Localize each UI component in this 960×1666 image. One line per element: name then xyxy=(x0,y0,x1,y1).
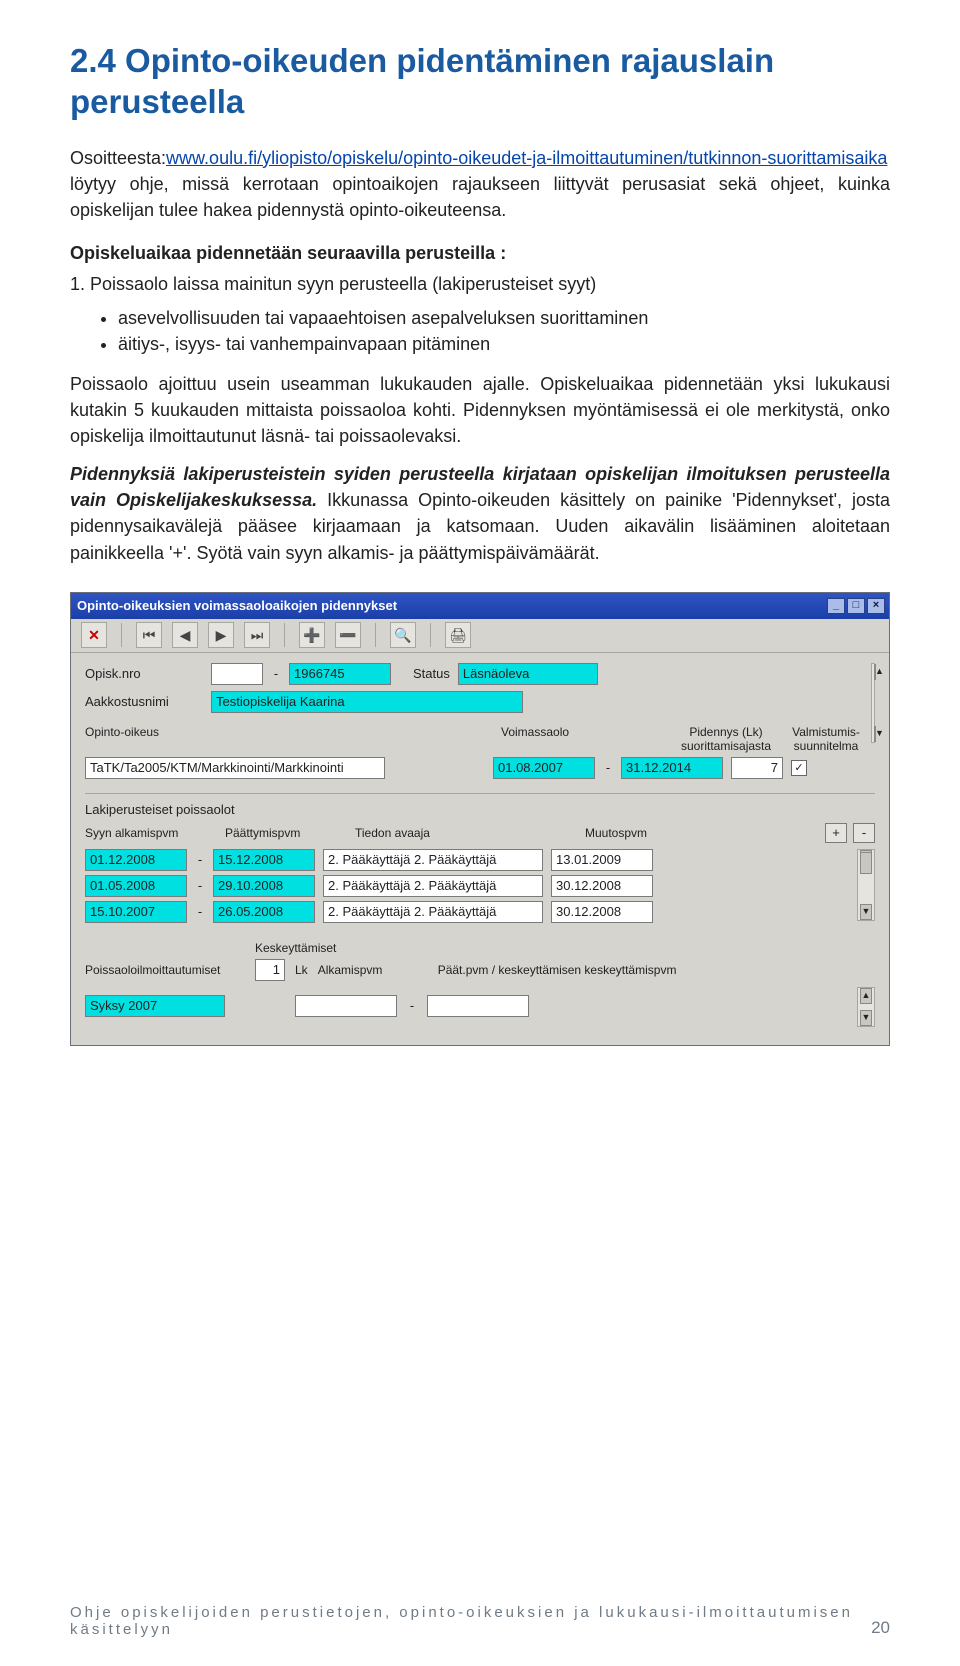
cell-muutos[interactable]: 30.12.2008 xyxy=(551,875,653,897)
cell-syyn[interactable]: 01.05.2008 xyxy=(85,875,187,897)
app-title: Opinto-oikeuksien voimassaoloaikojen pid… xyxy=(77,598,397,613)
footer-text: Ohje opiskelijoiden perustietojen, opint… xyxy=(70,1604,871,1638)
next-icon[interactable]: ▶ xyxy=(208,622,234,648)
hdr-voimassaolo: Voimassaolo xyxy=(501,725,671,753)
cell-tiedon[interactable]: 2. Pääkäyttäjä 2. Pääkäyttäjä xyxy=(323,875,543,897)
numbered-line: 1. Poissaolo laissa mainitun syyn perust… xyxy=(70,274,890,295)
lk-label: Lk xyxy=(295,963,308,977)
cell-tiedon[interactable]: 2. Pääkäyttäjä 2. Pääkäyttäjä xyxy=(323,901,543,923)
hdr-opintooikeus: Opinto-oikeus xyxy=(85,725,385,753)
label-aakkostus: Aakkostusnimi xyxy=(85,694,203,709)
close-button[interactable]: × xyxy=(867,598,885,614)
col-tiedon: Tiedon avaaja xyxy=(355,826,575,840)
hdr-pidennys: Pidennys (Lk) suorittamisajasta xyxy=(681,725,771,753)
table-row: 01.05.2008- 29.10.2008 2. Pääkäyttäjä 2.… xyxy=(85,875,857,897)
opinto-oikeus-value[interactable]: TaTK/Ta2005/KTM/Markkinointi/Markkinoint… xyxy=(85,757,385,779)
paragraph: Pidennyksiä lakiperusteistein syiden per… xyxy=(70,461,890,565)
add-row-button[interactable]: + xyxy=(825,823,847,843)
cell-muutos[interactable]: 30.12.2008 xyxy=(551,901,653,923)
pidennys-value[interactable]: 7 xyxy=(731,757,783,779)
cell-paatt[interactable]: 29.10.2008 xyxy=(213,875,315,897)
label-opisknro: Opisk.nro xyxy=(85,666,203,681)
titlebar: Opinto-oikeuksien voimassaoloaikojen pid… xyxy=(71,593,889,619)
scrollbar[interactable]: ▲ ▼ xyxy=(857,987,875,1027)
poissa-label: Poissaoloilmoittautumiset xyxy=(85,963,245,977)
toolbar: ✕ ⏮ ◀ ▶ ⏭ ➕ ➖ 🔍 🖨 xyxy=(71,619,889,653)
col-syyn: Syyn alkamispvm xyxy=(85,826,215,840)
voimassa-to[interactable]: 31.12.2014 xyxy=(621,757,723,779)
last-icon[interactable]: ⏭ xyxy=(244,622,270,648)
bullet-item: asevelvollisuuden tai vapaaehtoisen asep… xyxy=(118,305,890,331)
paat-field[interactable] xyxy=(427,995,529,1017)
page-footer: Ohje opiskelijoiden perustietojen, opint… xyxy=(70,1604,890,1638)
laki-heading: Lakiperusteiset poissaolot xyxy=(85,802,875,817)
paatpvm-label: Päät.pvm / keskeyttämisen keskeyttämispv… xyxy=(438,963,875,977)
scrollbar[interactable]: ▲ ▼ xyxy=(871,663,875,743)
table-row: 01.12.2008- 15.12.2008 2. Pääkäyttäjä 2.… xyxy=(85,849,857,871)
scrollbar[interactable]: ▲ ▼ xyxy=(857,849,875,921)
insert-icon[interactable]: ➕ xyxy=(299,622,325,648)
intro-prefix: Osoitteesta: xyxy=(70,148,166,168)
valmistumis-checkbox[interactable]: ✓ xyxy=(791,760,807,776)
remove-row-button[interactable]: - xyxy=(853,823,875,843)
alkamis-label: Alkamispvm xyxy=(318,963,428,977)
maximize-button[interactable]: □ xyxy=(847,598,865,614)
form-area: Opisk.nro - 1966745 Status Läsnäoleva Aa… xyxy=(71,653,889,1045)
cell-syyn[interactable]: 01.12.2008 xyxy=(85,849,187,871)
close-icon[interactable]: ✕ xyxy=(81,622,107,648)
status-value[interactable]: Läsnäoleva xyxy=(458,663,598,685)
minimize-button[interactable]: _ xyxy=(827,598,845,614)
delete-icon[interactable]: ➖ xyxy=(335,622,361,648)
cell-muutos[interactable]: 13.01.2009 xyxy=(551,849,653,871)
hdr-valmistumis: Valmistumis-suunnitelma xyxy=(781,725,871,753)
opisknro-value[interactable]: 1966745 xyxy=(289,663,391,685)
col-muutos: Muutospvm xyxy=(585,826,705,840)
cell-tiedon[interactable]: 2. Pääkäyttäjä 2. Pääkäyttäjä xyxy=(323,849,543,871)
cell-paatt[interactable]: 26.05.2008 xyxy=(213,901,315,923)
subheading: Opiskeluaikaa pidennetään seuraavilla pe… xyxy=(70,243,890,264)
alkamis-field[interactable] xyxy=(295,995,397,1017)
col-paattymis: Päättymispvm xyxy=(225,826,345,840)
voimassa-from[interactable]: 01.08.2007 xyxy=(493,757,595,779)
search-icon[interactable]: 🔍 xyxy=(390,622,416,648)
name-value[interactable]: Testiopiskelija Kaarina xyxy=(211,691,523,713)
term-value[interactable]: Syksy 2007 xyxy=(85,995,225,1017)
cell-paatt[interactable]: 15.12.2008 xyxy=(213,849,315,871)
opisknro-field[interactable] xyxy=(211,663,263,685)
keskeyt-label: Keskeyttämiset xyxy=(255,941,336,955)
heading: 2.4 Opinto-oikeuden pidentäminen rajausl… xyxy=(70,40,890,123)
prev-icon[interactable]: ◀ xyxy=(172,622,198,648)
page-number: 20 xyxy=(871,1618,890,1638)
table-row: 15.10.2007- 26.05.2008 2. Pääkäyttäjä 2.… xyxy=(85,901,857,923)
cell-syyn[interactable]: 15.10.2007 xyxy=(85,901,187,923)
first-icon[interactable]: ⏮ xyxy=(136,622,162,648)
label-status: Status xyxy=(413,666,450,681)
paragraph: Poissaolo ajoittuu usein useamman lukuka… xyxy=(70,371,890,449)
app-window: Opinto-oikeuksien voimassaoloaikojen pid… xyxy=(70,592,890,1046)
bullet-item: äitiys-, isyys- tai vanhempainvapaan pit… xyxy=(118,331,890,357)
intro-rest: löytyy ohje, missä kerrotaan opintoaikoj… xyxy=(70,174,890,220)
intro-paragraph: Osoitteesta:www.oulu.fi/yliopisto/opiske… xyxy=(70,145,890,223)
poissa-count[interactable]: 1 xyxy=(255,959,285,981)
bullet-list: asevelvollisuuden tai vapaaehtoisen asep… xyxy=(118,305,890,357)
print-icon[interactable]: 🖨 xyxy=(445,622,471,648)
intro-link[interactable]: www.oulu.fi/yliopisto/opiskelu/opinto-oi… xyxy=(166,148,887,168)
